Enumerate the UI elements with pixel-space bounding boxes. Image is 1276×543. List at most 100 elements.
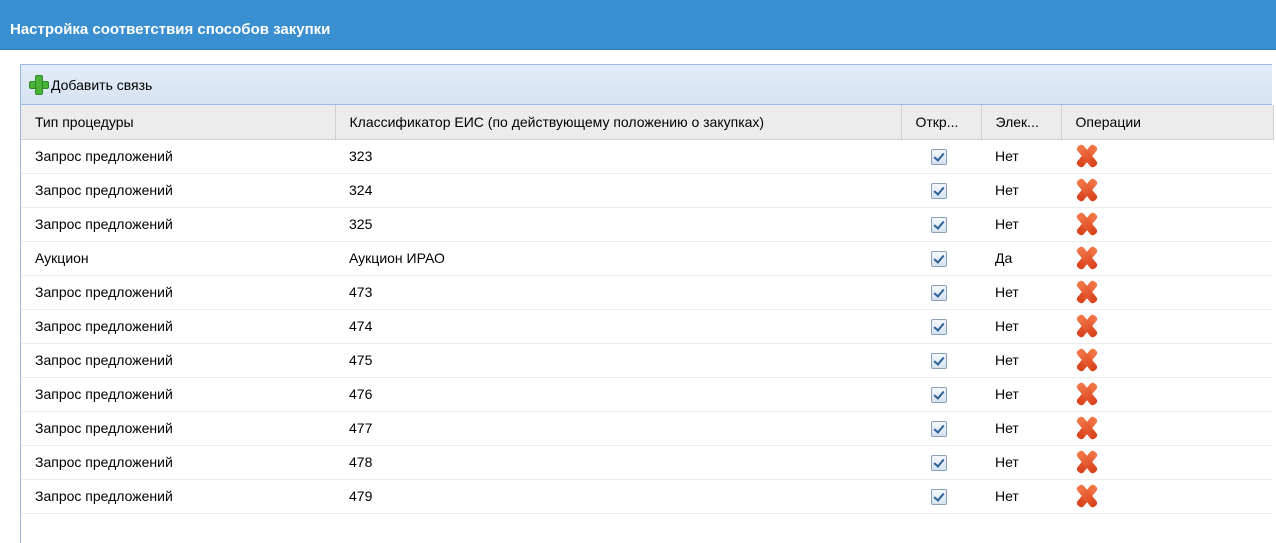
eis-classifier-cell: 325 xyxy=(335,207,901,242)
operations-cell xyxy=(1061,207,1273,242)
procedure-type-cell: Запрос предложений xyxy=(21,275,335,310)
delete-icon[interactable] xyxy=(1073,315,1099,337)
table-row[interactable]: Запрос предложений 476 Нет xyxy=(21,377,1273,412)
operations-cell xyxy=(1061,275,1273,310)
delete-icon[interactable] xyxy=(1073,485,1099,507)
table-row[interactable]: Запрос предложений 479 Нет xyxy=(21,479,1273,514)
delete-icon[interactable] xyxy=(1073,349,1099,371)
open-checkbox[interactable] xyxy=(931,148,947,165)
column-header-procedure-type[interactable]: Тип процедуры xyxy=(21,105,336,140)
open-cell xyxy=(901,377,981,412)
delete-icon[interactable] xyxy=(1073,451,1099,473)
table-row[interactable]: Запрос предложений 473 Нет xyxy=(21,275,1273,310)
open-cell xyxy=(901,309,981,344)
column-header-electronic[interactable]: Элек... xyxy=(981,105,1062,140)
procedure-type-cell: Запрос предложений xyxy=(21,377,335,412)
electronic-cell: Нет xyxy=(981,377,1061,412)
delete-icon[interactable] xyxy=(1073,247,1099,269)
open-cell xyxy=(901,173,981,208)
electronic-cell: Нет xyxy=(981,207,1061,242)
table-row[interactable]: Запрос предложений 323 Нет xyxy=(21,139,1273,174)
electronic-cell: Нет xyxy=(981,343,1061,378)
toolbar: Добавить связь xyxy=(21,65,1272,105)
eis-classifier-cell: 323 xyxy=(335,139,901,174)
operations-cell xyxy=(1061,445,1273,480)
operations-cell xyxy=(1061,343,1273,378)
open-checkbox[interactable] xyxy=(931,216,947,233)
procedure-type-cell: Запрос предложений xyxy=(21,173,335,208)
procedure-type-cell: Запрос предложений xyxy=(21,343,335,378)
table-row[interactable]: Запрос предложений 475 Нет xyxy=(21,343,1273,378)
operations-cell xyxy=(1061,377,1273,412)
electronic-cell: Нет xyxy=(981,411,1061,446)
electronic-cell: Нет xyxy=(981,139,1061,174)
open-checkbox[interactable] xyxy=(931,318,947,335)
eis-classifier-cell: 476 xyxy=(335,377,901,412)
eis-classifier-cell: 478 xyxy=(335,445,901,480)
column-header-operations[interactable]: Операции xyxy=(1061,105,1274,140)
open-cell xyxy=(901,445,981,480)
plus-icon xyxy=(29,74,49,95)
open-cell xyxy=(901,241,981,276)
table-row[interactable]: Запрос предложений 325 Нет xyxy=(21,207,1273,242)
delete-icon[interactable] xyxy=(1073,281,1099,303)
table-row[interactable]: Запрос предложений 478 Нет xyxy=(21,445,1273,480)
open-cell xyxy=(901,479,981,514)
electronic-cell: Нет xyxy=(981,445,1061,480)
procedure-type-cell: Запрос предложений xyxy=(21,207,335,242)
open-cell xyxy=(901,343,981,378)
column-header-eis-classifier[interactable]: Классификатор ЕИС (по действующему полож… xyxy=(335,105,902,140)
electronic-cell: Да xyxy=(981,241,1061,276)
electronic-cell: Нет xyxy=(981,479,1061,514)
eis-classifier-cell: 475 xyxy=(335,343,901,378)
table-row[interactable]: Запрос предложений 474 Нет xyxy=(21,309,1273,344)
table-row[interactable]: Запрос предложений 477 Нет xyxy=(21,411,1273,446)
procedure-type-cell: Запрос предложений xyxy=(21,309,335,344)
open-cell xyxy=(901,207,981,242)
eis-classifier-cell: 473 xyxy=(335,275,901,310)
open-checkbox[interactable] xyxy=(931,182,947,199)
operations-cell xyxy=(1061,241,1273,276)
open-checkbox[interactable] xyxy=(931,488,947,505)
procedure-type-cell: Запрос предложений xyxy=(21,139,335,174)
operations-cell xyxy=(1061,309,1273,344)
open-cell xyxy=(901,275,981,310)
table-row[interactable]: Аукцион Аукцион ИРАО Да xyxy=(21,241,1273,276)
procedure-type-cell: Аукцион xyxy=(21,241,335,276)
open-checkbox[interactable] xyxy=(931,420,947,437)
delete-icon[interactable] xyxy=(1073,145,1099,167)
table-header-row: Тип процедуры Классификатор ЕИС (по дейс… xyxy=(21,105,1274,140)
eis-classifier-cell: 324 xyxy=(335,173,901,208)
operations-cell xyxy=(1061,479,1273,514)
procedure-type-cell: Запрос предложений xyxy=(21,445,335,480)
eis-classifier-cell: 479 xyxy=(335,479,901,514)
procedure-type-cell: Запрос предложений xyxy=(21,411,335,446)
window-title-bar: Настройка соответствия способов закупки xyxy=(0,0,1276,50)
eis-classifier-cell: 474 xyxy=(335,309,901,344)
open-cell xyxy=(901,411,981,446)
open-cell xyxy=(901,139,981,174)
operations-cell xyxy=(1061,139,1273,174)
delete-icon[interactable] xyxy=(1073,213,1099,235)
open-checkbox[interactable] xyxy=(931,454,947,471)
column-header-open[interactable]: Откр... xyxy=(901,105,982,140)
operations-cell xyxy=(1061,411,1273,446)
delete-icon[interactable] xyxy=(1073,383,1099,405)
open-checkbox[interactable] xyxy=(931,352,947,369)
open-checkbox[interactable] xyxy=(931,250,947,267)
add-link-button[interactable]: Добавить связь xyxy=(29,74,153,95)
electronic-cell: Нет xyxy=(981,173,1061,208)
add-link-label: Добавить связь xyxy=(51,76,153,93)
procurement-mapping-window: Настройка соответствия способов закупки … xyxy=(0,0,1276,543)
delete-icon[interactable] xyxy=(1073,417,1099,439)
open-checkbox[interactable] xyxy=(931,386,947,403)
open-checkbox[interactable] xyxy=(931,284,947,301)
procedure-type-cell: Запрос предложений xyxy=(21,479,335,514)
eis-classifier-cell: 477 xyxy=(335,411,901,446)
electronic-cell: Нет xyxy=(981,309,1061,344)
electronic-cell: Нет xyxy=(981,275,1061,310)
grid-panel: Добавить связь Тип процедуры Классификат… xyxy=(20,64,1274,543)
delete-icon[interactable] xyxy=(1073,179,1099,201)
table-row[interactable]: Запрос предложений 324 Нет xyxy=(21,173,1273,208)
window-title: Настройка соответствия способов закупки xyxy=(10,21,331,38)
